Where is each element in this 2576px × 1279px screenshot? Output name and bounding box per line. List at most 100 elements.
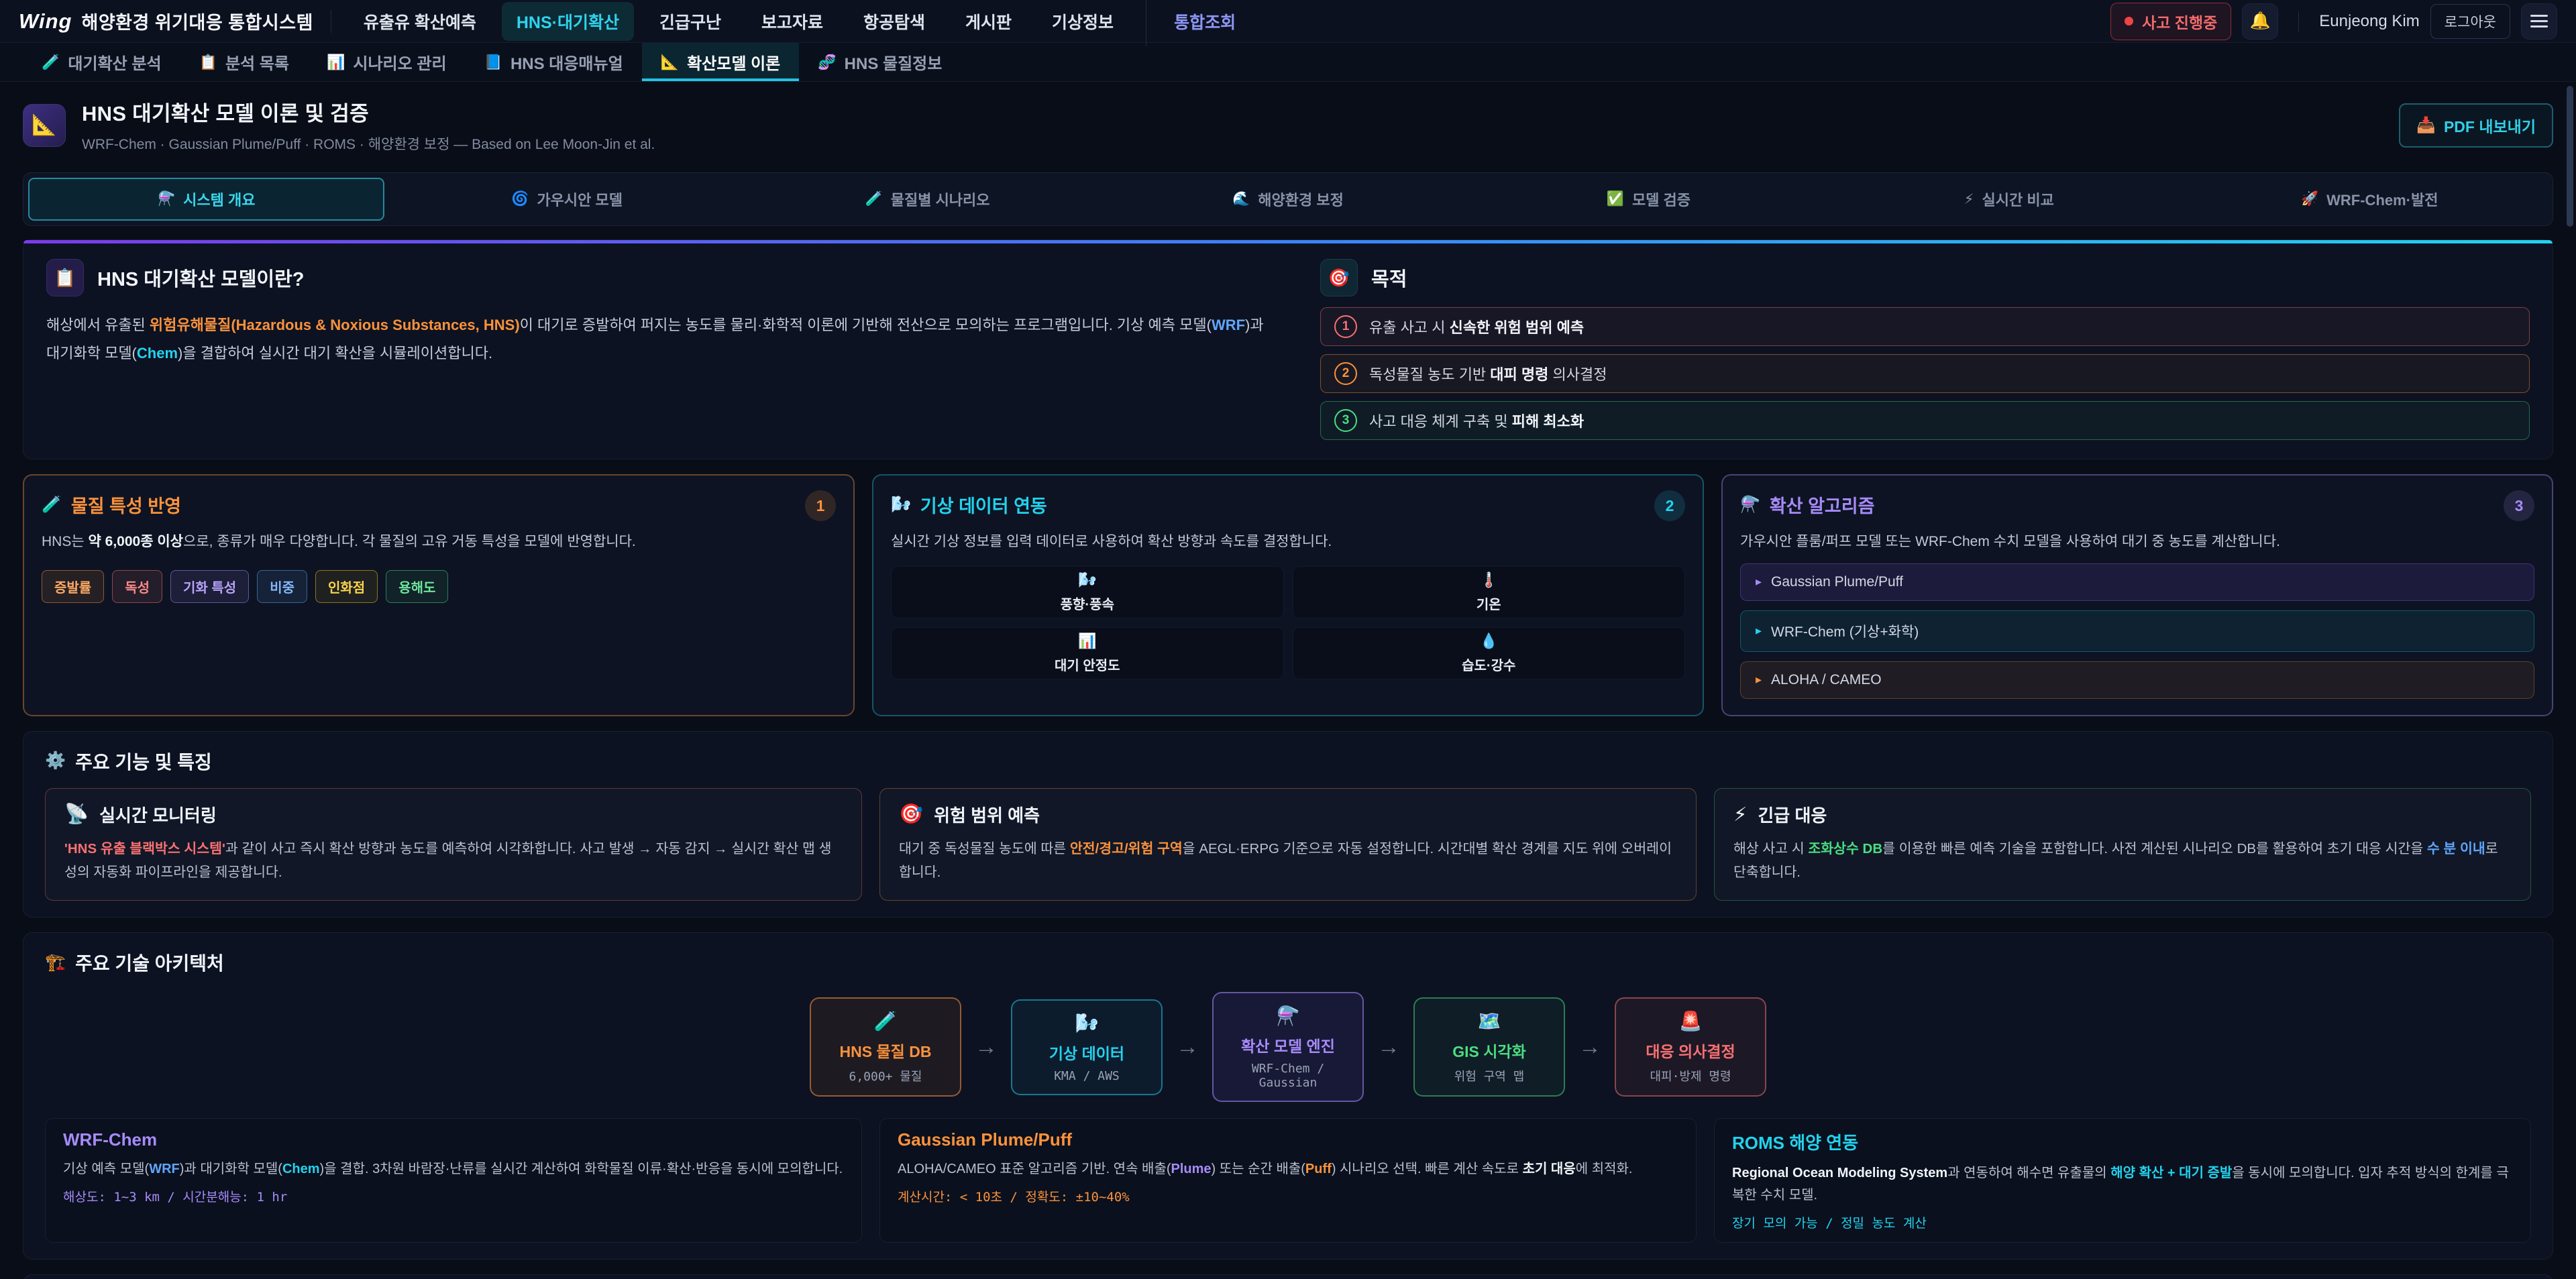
subnav-item[interactable]: 📐 확산모델 이론 <box>642 43 800 81</box>
intro-paragraph: 해상에서 유출된 위험유해물질(Hazardous & Noxious Subs… <box>46 311 1280 368</box>
model-spec: 장기 모의 가능 / 정밀 농도 계산 <box>1732 1213 2513 1231</box>
text-segment: )과 대기화학 모델( <box>180 1162 282 1176</box>
overview-card: 📋 HNS 대기확산 모델이란? 해상에서 유출된 위험유해물질(Hazardo… <box>23 239 2553 459</box>
subnav-item[interactable]: 📘 HNS 대응매뉴얼 <box>466 43 642 81</box>
book-icon: 📘 <box>484 54 502 71</box>
text-segment: ALOHA/CAMEO 표준 알고리즘 기반. 연속 배출( <box>898 1162 1171 1176</box>
pipeline-stage: 🗺️ GIS 시각화 위험 구역 맵 <box>1413 997 1565 1097</box>
model-paragraph: 기상 예측 모델(WRF)과 대기화학 모델(Chem)을 결합. 3차원 바람… <box>63 1158 844 1180</box>
pdf-export-button[interactable]: 📥 PDF 내보내기 <box>2399 103 2553 148</box>
pdf-export-label: PDF 내보내기 <box>2444 114 2536 137</box>
page-header: 📐 HNS 대기확산 모델 이론 및 검증 WRF-Chem · Gaussia… <box>0 82 2576 164</box>
text-segment: 사고 대응 체계 구축 및 <box>1369 413 1512 430</box>
top-header: Wing 해양환경 위기대응 통합시스템 유출유 확산예측 HNS·대기확산 긴급구… <box>0 0 2576 43</box>
subnav-item[interactable]: 📋 분석 목록 <box>180 43 308 81</box>
nav-item[interactable]: 기상정보 <box>1037 2 1128 41</box>
subnav-item[interactable]: 🧪 대기확산 분석 <box>23 43 180 81</box>
droplet-icon: 💧 <box>1480 632 1498 650</box>
menu-button[interactable] <box>2521 3 2557 40</box>
system-title: 해양환경 위기대응 통합시스템 <box>81 8 313 34</box>
section-tab-label: 시스템 개요 <box>183 188 255 210</box>
section-tab-label: 해양환경 보정 <box>1258 188 1344 210</box>
nav-item[interactable]: 항공탐색 <box>849 2 940 41</box>
subnav-item-label: 확산모델 이론 <box>687 50 780 74</box>
property-tag[interactable]: 기화 특성 <box>170 570 249 603</box>
section-tab[interactable]: 🌀 가우시안 모델 <box>388 178 745 221</box>
pipeline-stage-title: 대응 의사결정 <box>1624 1039 1757 1062</box>
brand[interactable]: Wing 해양환경 위기대응 통합시스템 <box>19 8 313 34</box>
nav-item[interactable]: HNS·대기확산 <box>502 2 634 41</box>
satellite-antenna-icon: 📡 <box>64 803 89 826</box>
strategy-panel: 🗂️ WING 시스템 적용 전략 현재 구현 🧪 HNS DB 연동 CHRI… <box>23 1274 2553 1279</box>
property-tag[interactable]: 독성 <box>112 570 162 603</box>
algorithm-item[interactable]: ▸ WRF-Chem (기상+화학) <box>1740 610 2534 652</box>
test-tube-icon: 🧪 <box>819 1010 952 1032</box>
logout-button[interactable]: 로그아웃 <box>2430 4 2510 39</box>
architecture-panel: 🏗️ 주요 기술 아키텍처 🧪 HNS 물질 DB 6,000+ 물질 → 🌬️… <box>23 932 2553 1260</box>
nav-item[interactable]: 유출유 확산예측 <box>349 2 491 41</box>
model-paragraph: Regional Ocean Modeling System과 연동하여 해수면… <box>1732 1162 2513 1207</box>
algorithm-item[interactable]: ▸ Gaussian Plume/Puff <box>1740 563 2534 601</box>
section-tab[interactable]: 🧪 물질별 시나리오 <box>749 178 1106 221</box>
alembic-icon: ⚗️ <box>1740 495 1760 514</box>
section-tab[interactable]: 🚀 WRF-Chem·발전 <box>2192 178 2548 221</box>
purpose-item-text: 사고 대응 체계 구축 및 피해 최소화 <box>1369 410 1584 431</box>
features-grid: 📡 실시간 모니터링 'HNS 유출 블랙박스 시스템'과 같이 사고 즉시 확… <box>45 788 2531 901</box>
lightning-icon: ⚡ <box>1733 803 1747 826</box>
purpose-number-badge: 1 <box>1334 315 1357 338</box>
text-segment: 과 연동하여 해수면 유출물의 <box>1947 1166 2110 1180</box>
capability-title-label: 기상 데이터 연동 <box>920 492 1047 518</box>
text-segment: Regional Ocean Modeling System <box>1732 1166 1947 1180</box>
architecture-title: 주요 기술 아키텍처 <box>75 949 224 976</box>
section-tab[interactable]: ✅ 모델 검증 <box>1470 178 1827 221</box>
text-segment: )을 결합하여 실시간 대기 확산을 시뮬레이션합니다. <box>178 345 492 362</box>
page-title: HNS 대기확산 모델 이론 및 검증 <box>82 97 655 127</box>
text-segment: Chem <box>282 1162 320 1176</box>
weather-tile-label: 풍향·풍속 <box>1061 594 1114 613</box>
property-tag[interactable]: 용해도 <box>386 570 448 603</box>
step-number-badge: 1 <box>805 490 836 521</box>
pipeline-stage-subtitle: KMA / AWS <box>1020 1069 1153 1083</box>
algorithm-item[interactable]: ▸ ALOHA / CAMEO <box>1740 661 2534 699</box>
notifications-button[interactable]: 🔔 <box>2242 3 2278 40</box>
intro-block: 📋 HNS 대기확산 모델이란? 해상에서 유출된 위험유해물질(Hazardo… <box>46 259 1280 440</box>
nav-item[interactable]: 보고자료 <box>747 2 838 41</box>
pipeline-stage-subtitle: WRF-Chem / Gaussian <box>1222 1062 1354 1090</box>
nav-item[interactable]: 긴급구난 <box>645 2 736 41</box>
pipeline-stage: ⚗️ 확산 모델 엔진 WRF-Chem / Gaussian <box>1212 992 1364 1102</box>
wind-icon: 🌬️ <box>891 495 911 514</box>
wave-icon: 🌊 <box>1232 191 1250 207</box>
property-tag[interactable]: 비중 <box>257 570 307 603</box>
text-segment: 가우시안 플룸/퍼프 모델 또는 WRF-Chem 수치 모델을 사용하여 대기… <box>1740 534 2280 549</box>
algorithm-label: ALOHA / CAMEO <box>1771 672 1882 688</box>
wind-icon: 🌬️ <box>1078 571 1096 589</box>
inbox-download-icon: 📥 <box>2416 116 2436 134</box>
capability-title: 🌬️ 기상 데이터 연동 <box>891 492 1685 518</box>
text-segment: )을 결합. 3차원 바람장·난류를 실시간 계산하여 화학물질 이류·확산·반… <box>320 1162 843 1176</box>
purpose-number-badge: 3 <box>1334 409 1357 432</box>
capability-paragraph: HNS는 약 6,000종 이상으로, 종류가 매우 다양합니다. 각 물질의 … <box>42 530 836 554</box>
incident-status-badge[interactable]: 사고 진행중 <box>2110 3 2231 40</box>
section-tab[interactable]: ⚗️ 시스템 개요 <box>28 178 384 221</box>
nav-item[interactable]: 통합조회 <box>1159 2 1250 41</box>
weather-tile-label: 기온 <box>1477 594 1501 613</box>
bell-icon: 🔔 <box>2250 11 2271 31</box>
property-tag[interactable]: 증발률 <box>42 570 104 603</box>
property-tag[interactable]: 인화점 <box>315 570 378 603</box>
section-tab[interactable]: 🌊 해양환경 보정 <box>1110 178 1466 221</box>
subnav-item[interactable]: 🧬 HNS 물질정보 <box>799 43 961 81</box>
subnav-item-label: 분석 목록 <box>225 50 289 74</box>
section-tab[interactable]: ⚡ 실시간 비교 <box>1831 178 2187 221</box>
pipeline-stage: 🚨 대응 의사결정 대피·방제 명령 <box>1615 997 1766 1097</box>
target-icon: 🎯 <box>1320 259 1358 296</box>
app-root: Wing 해양환경 위기대응 통합시스템 유출유 확산예측 HNS·대기확산 긴급구… <box>0 0 2576 1279</box>
nav-item[interactable]: 게시판 <box>951 2 1026 41</box>
arrow-bullet-icon: ▸ <box>1756 575 1762 589</box>
subnav-item[interactable]: 📊 시나리오 관리 <box>308 43 466 81</box>
bar-chart-icon: 📊 <box>327 54 345 71</box>
scrollbar-thumb[interactable] <box>2567 86 2573 227</box>
page-subtitle: WRF-Chem · Gaussian Plume/Puff · ROMS · … <box>82 133 655 154</box>
text-segment: 초기 대응 <box>1523 1162 1576 1176</box>
feature-title: ⚡ 긴급 대응 <box>1733 802 2512 827</box>
weather-tile: 📊 대기 안정도 <box>891 627 1284 679</box>
